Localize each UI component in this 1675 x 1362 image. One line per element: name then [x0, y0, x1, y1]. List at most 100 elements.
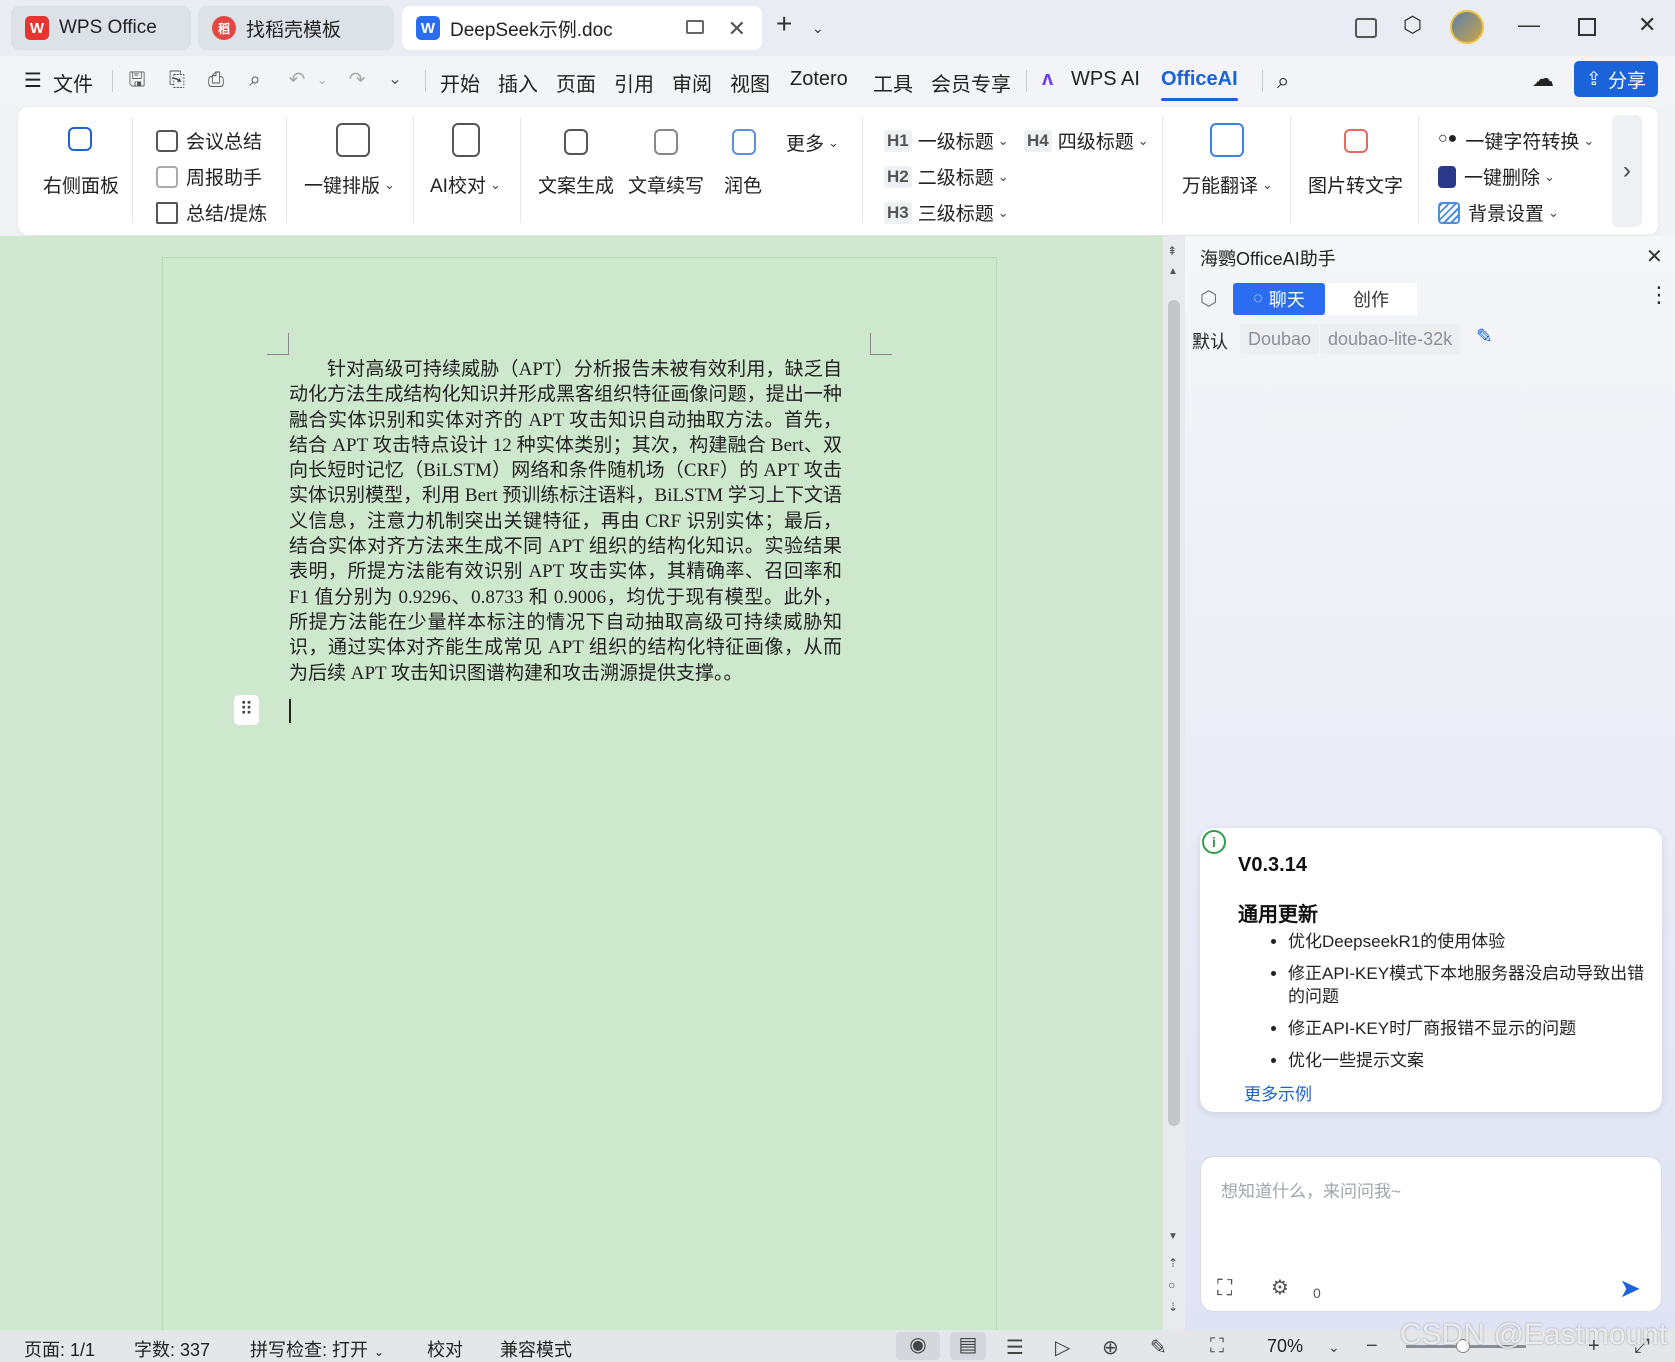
menu-insert[interactable]: 插入 [498, 68, 538, 97]
export-icon[interactable]: ⎘ [165, 68, 189, 92]
menu-page[interactable]: 页面 [556, 68, 596, 97]
one-click-delete-button[interactable]: 一键删除 ⌄ [1438, 163, 1555, 190]
save-icon[interactable]: 🖫 [125, 68, 149, 92]
window-tile-icon[interactable] [1355, 18, 1377, 38]
search-icon[interactable]: ⌕ [1277, 68, 1289, 94]
next-page-icon[interactable]: ⇣ [1168, 1300, 1178, 1314]
zoom-out-icon[interactable]: − [1366, 1335, 1378, 1358]
tab-docer-templates[interactable]: 稻 找稻壳模板 [198, 6, 394, 50]
meeting-summary-button[interactable]: 会议总结 [156, 127, 262, 154]
new-tab-icon[interactable]: + [776, 8, 792, 40]
img-to-text-button[interactable]: 图片转文字 [1308, 171, 1403, 198]
ribbon-scroll-right-icon[interactable]: › [1612, 115, 1642, 227]
outline-view-icon[interactable]: ☰ [1006, 1335, 1024, 1360]
status-proofread[interactable]: 校对 [427, 1336, 463, 1362]
tab-chat[interactable]: ◌ 聊天 [1233, 283, 1325, 315]
redo-icon[interactable]: ↷ [345, 68, 369, 92]
char-convert-button[interactable]: ○● 一键字符转换 ⌄ [1438, 127, 1594, 154]
menu-wps-ai[interactable]: WPS AI [1071, 68, 1140, 91]
document-paragraph[interactable]: 针对高级可持续威胁（APT）分析报告未被有效利用，缺乏自动化方法生成结构化知识并… [289, 357, 842, 686]
scroll-top-icon[interactable]: ⇞ [1167, 244, 1177, 258]
update-list: 优化DeepseekR1的使用体验 修正API-KEY模式下本地服务器没启动导致… [1288, 930, 1650, 1072]
polish-button[interactable]: 润色 [724, 171, 762, 198]
screenshot-icon[interactable]: ⛶ [1217, 1275, 1232, 1301]
weekly-report-button[interactable]: 周报助手 [156, 163, 262, 190]
share-button[interactable]: ⇪ 分享 [1574, 61, 1658, 97]
list-item: 优化DeepseekR1的使用体验 [1288, 930, 1650, 953]
close-window-icon[interactable]: ✕ [1638, 12, 1656, 38]
scroll-up-icon[interactable]: ▲ [1168, 266, 1178, 277]
heading3-button[interactable]: H3 三级标题 ⌄ [884, 199, 1009, 226]
cloud-upload-icon[interactable]: ☁ [1532, 66, 1554, 92]
close-panel-icon[interactable]: ✕ [1646, 244, 1663, 269]
more-quick-icon[interactable]: ⌄ [383, 68, 407, 92]
heading1-button[interactable]: H1 一级标题 ⌄ [884, 127, 1009, 154]
zoom-level[interactable]: 70% [1267, 1336, 1303, 1357]
play-icon[interactable]: ▷ [1055, 1335, 1070, 1360]
format-icon [336, 123, 370, 157]
minimize-icon[interactable]: — [1518, 12, 1540, 38]
menu-view[interactable]: 视图 [730, 68, 770, 97]
chevron-down-icon[interactable]: ⌄ [812, 20, 824, 37]
menu-member[interactable]: 会员专享 [931, 68, 1011, 97]
menu-officeai[interactable]: OfficeAI [1161, 68, 1238, 101]
translate-button[interactable]: 万能翻译 ⌄ [1182, 171, 1273, 198]
copy-gen-button[interactable]: 文案生成 [538, 171, 614, 198]
model-chip[interactable]: doubao-lite-32k [1320, 324, 1461, 354]
page-view-icon[interactable]: ▤ [950, 1332, 986, 1360]
cube-icon[interactable]: ⬡ [1200, 286, 1217, 311]
ai-proofread-button[interactable]: AI校对 ⌄ [430, 171, 501, 198]
maximize-icon[interactable] [1578, 18, 1596, 36]
web-view-icon[interactable]: ⊕ [1102, 1335, 1119, 1360]
print-preview-icon[interactable]: ⌕ [243, 68, 267, 92]
zoom-dropdown-icon[interactable]: ⌄ [1328, 1339, 1340, 1356]
send-icon[interactable]: ➤ [1619, 1273, 1641, 1304]
heading4-button[interactable]: H4 四级标题 ⌄ [1024, 127, 1149, 154]
menu-reference[interactable]: 引用 [614, 68, 654, 97]
h3-icon: H3 [884, 201, 912, 224]
settings-gear-icon[interactable]: ⚙ [1271, 1275, 1289, 1300]
scroll-thumb[interactable] [1168, 300, 1180, 1126]
more-button[interactable]: 更多 ⌄ [786, 129, 839, 156]
divider [862, 117, 863, 223]
fit-screen-icon[interactable]: ⛶ [1210, 1335, 1224, 1358]
screen-icon[interactable] [686, 20, 704, 34]
cube-icon[interactable]: ⬡ [1403, 12, 1422, 38]
menu-home[interactable]: 开始 [440, 68, 480, 97]
hamburger-icon[interactable]: ☰ [24, 68, 42, 93]
more-vertical-icon[interactable]: ⋮ [1648, 282, 1670, 308]
undo-icon[interactable]: ↶ [285, 68, 309, 92]
summary-extract-button[interactable]: 总结/提炼 [156, 199, 267, 226]
bg-settings-button[interactable]: 背景设置 ⌄ [1438, 199, 1559, 226]
prev-page-icon[interactable]: ⇡ [1168, 1256, 1178, 1270]
status-page[interactable]: 页面: 1/1 [24, 1336, 95, 1362]
token-count: 0 [1313, 1285, 1321, 1301]
tab-wps-office[interactable]: W WPS Office [11, 6, 191, 50]
menu-review[interactable]: 审阅 [672, 68, 712, 97]
avatar[interactable] [1450, 10, 1484, 44]
one-click-format-button[interactable]: 一键排版 ⌄ [304, 171, 395, 198]
right-panel-button[interactable]: 右侧面板 [43, 171, 119, 198]
menu-zotero[interactable]: Zotero [790, 68, 848, 91]
eye-protection-icon[interactable]: ◉ [896, 1332, 940, 1360]
write-icon[interactable]: ✎ [1150, 1335, 1167, 1360]
continue-write-button[interactable]: 文章续写 [628, 171, 704, 198]
drag-handle-icon[interactable]: ⠿ [234, 695, 259, 725]
more-examples-link[interactable]: 更多示例 [1244, 1080, 1312, 1105]
heading2-button[interactable]: H2 二级标题 ⌄ [884, 163, 1009, 190]
print-icon[interactable]: ⎙ [204, 68, 228, 92]
menu-tools[interactable]: 工具 [873, 68, 913, 97]
status-spellcheck[interactable]: 拼写检查: 打开 ⌄ [250, 1336, 384, 1362]
select-browse-icon[interactable]: ○ [1168, 1278, 1175, 1292]
scroll-down-icon[interactable]: ▼ [1168, 1231, 1178, 1242]
tab-create[interactable]: 创作 [1325, 283, 1417, 315]
status-words[interactable]: 字数: 337 [134, 1336, 210, 1362]
chat-input-box[interactable]: 想知道什么，来问问我~ ⛶ ⚙ 0 ➤ [1200, 1156, 1662, 1312]
tab-deepseek-doc[interactable]: W DeepSeek示例.doc ✕ [402, 6, 762, 50]
undo-dropdown-icon[interactable]: ⌄ [310, 68, 334, 92]
list-item: 修正API-KEY模式下本地服务器没启动导致出错的问题 [1288, 962, 1650, 1008]
menu-file[interactable]: 文件 [53, 68, 93, 97]
close-tab-icon[interactable]: ✕ [728, 16, 746, 42]
edit-pencil-icon[interactable]: ✎ [1476, 324, 1493, 349]
provider-chip[interactable]: Doubao [1240, 324, 1320, 354]
